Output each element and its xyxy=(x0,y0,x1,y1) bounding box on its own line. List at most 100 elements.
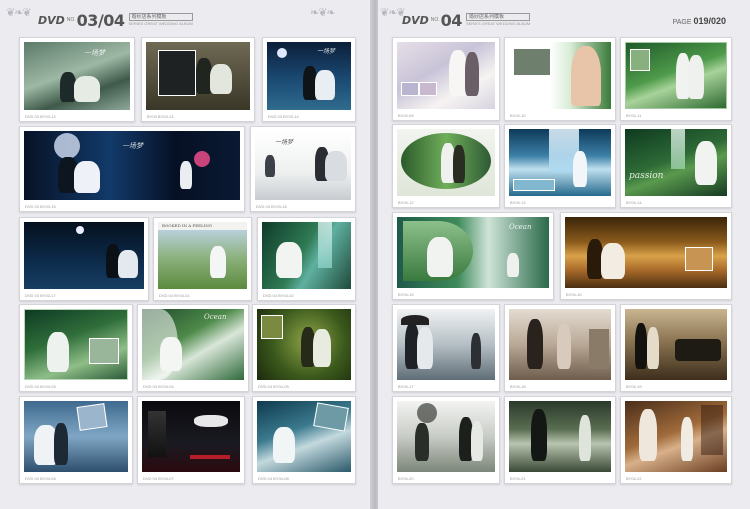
thumbnail-card[interactable]: BY03 BY03-13 xyxy=(141,37,255,122)
thumbnail-card[interactable]: BY04-13 xyxy=(504,124,616,208)
template-code: DVD 04 BY04-04 xyxy=(143,384,174,389)
wedding-photo xyxy=(257,309,351,380)
series-title: 婚纱店系列模板 xyxy=(128,13,193,21)
thumbnail-card[interactable]: BY04-18 xyxy=(504,304,616,392)
template-code: BY04-17 xyxy=(398,384,414,389)
right-header: DVD NO. 04 婚纱店系列模板 SERIES GREAT WEDDING … xyxy=(402,10,531,30)
template-code: DVD 04 BY04-05 xyxy=(258,384,289,389)
thumbnail-card[interactable]: BY04-17 xyxy=(392,304,500,392)
thumbnail-card[interactable]: DVD 04 BY04-06 xyxy=(19,396,133,484)
number-prefix: NO. xyxy=(66,17,76,23)
wedding-photo xyxy=(625,401,727,472)
thumbnail-card[interactable]: BY04-21 xyxy=(504,396,616,484)
template-code: BY04-12 xyxy=(398,200,414,205)
wedding-photo xyxy=(509,401,611,472)
wedding-photo xyxy=(262,222,351,289)
ornament-icon: ❧❦❧ xyxy=(310,6,336,19)
wedding-photo: passion xyxy=(625,129,727,196)
thumbnail-card[interactable]: BY04-19 xyxy=(620,304,732,392)
thumbnail-card[interactable]: DVD 04 BY04-05 xyxy=(252,304,356,392)
template-code: BY04-21 xyxy=(510,476,526,481)
template-code: BY04-16 xyxy=(566,292,582,297)
series-block: 婚纱店系列模板 SERIES GREAT WEDDING ALBUM xyxy=(128,13,193,27)
wedding-photo xyxy=(142,401,240,472)
template-code: DVD 04 BY04-08 xyxy=(258,476,289,481)
template-code: DVD 04 BY04-03 xyxy=(25,384,56,389)
wedding-photo xyxy=(397,129,495,196)
thumbnail-card[interactable]: Ocean DVD 04 BY04-04 xyxy=(137,304,249,392)
series-subtitle: SERIES GREAT WEDDING ALBUM xyxy=(465,21,531,26)
thumbnail-card[interactable]: DVD 04 BY04-08 xyxy=(252,396,356,484)
wedding-photo: BOOKED IN A FEELING xyxy=(158,222,247,289)
template-code: BY04-14 xyxy=(626,200,642,205)
wedding-photo xyxy=(24,401,128,472)
template-code: DVD 03 BY03-16 xyxy=(256,204,287,209)
thumbnail-card[interactable]: DVD 03 BY03-17 xyxy=(19,217,149,301)
thumbnail-card[interactable]: DVD 04 BY04-07 xyxy=(137,396,245,484)
wedding-photo: 一场梦 xyxy=(24,42,130,110)
thumbnail-card[interactable]: BY04-09 xyxy=(392,37,500,121)
wedding-photo: 一场梦 xyxy=(255,131,351,200)
album-spread: ❦❧❦ DVD NO. 03/04 婚纱店系列模板 SERIES GREAT W… xyxy=(0,0,750,509)
template-code: BY03 BY03-13 xyxy=(147,114,174,119)
page-range-label: PAGE 019/020 xyxy=(672,16,726,26)
template-code: BY04-15 xyxy=(398,292,414,297)
thumbnail-card[interactable]: DVD 04 BY04-02 xyxy=(257,217,356,301)
thumbnail-card[interactable]: 一场梦 DVD 03 BY03-15 xyxy=(19,126,245,212)
series-subtitle: SERIES GREAT WEDDING ALBUM xyxy=(128,21,193,26)
thumbnail-card[interactable]: 一场梦 DVD 03 BY03-14 xyxy=(262,37,356,122)
template-code: BY04-19 xyxy=(626,384,642,389)
thumbnail-card[interactable]: BY04-22 xyxy=(620,396,732,484)
thumbnail-card[interactable]: Ocean BY04-15 xyxy=(392,212,554,300)
template-code: BY04-11 xyxy=(626,113,642,118)
thumbnail-card[interactable]: BY04-20 xyxy=(392,396,500,484)
thumbnail-card[interactable]: BOOKED IN A FEELING DVD 04 BY04-01 xyxy=(153,217,252,301)
thumbnail-card[interactable]: BY04-12 xyxy=(392,124,500,208)
page-number: 04 xyxy=(440,10,463,30)
template-code: DVD 04 BY04-06 xyxy=(25,476,56,481)
template-code: BY04-09 xyxy=(398,113,414,118)
wedding-photo xyxy=(565,217,727,288)
template-code: DVD 03 BY03-12 xyxy=(25,114,56,119)
template-code: DVD 04 BY04-02 xyxy=(263,293,294,298)
thumbnail-card[interactable]: BY04-11 xyxy=(620,37,732,121)
template-code: DVD 03 BY03-15 xyxy=(25,204,56,209)
wedding-photo: Ocean xyxy=(397,217,549,288)
wedding-photo xyxy=(509,42,611,109)
series-title: 婚纱店系列模板 xyxy=(465,13,531,21)
wedding-photo xyxy=(257,401,351,472)
wedding-photo xyxy=(509,129,611,196)
wedding-photo: 一场梦 xyxy=(24,131,240,200)
dvd-logo: DVD xyxy=(38,13,65,27)
thumbnail-card[interactable]: 一场梦 DVD 03 BY03-16 xyxy=(250,126,356,212)
dvd-logo: DVD xyxy=(402,13,429,27)
wedding-photo xyxy=(625,42,727,109)
template-code: DVD 04 BY04-01 xyxy=(159,293,190,298)
wedding-photo xyxy=(625,309,727,380)
thumbnail-card[interactable]: BY04-16 xyxy=(560,212,732,300)
thumbnail-card[interactable]: DVD 04 BY04-03 xyxy=(19,304,133,392)
template-code: BY04-22 xyxy=(626,476,642,481)
wedding-photo xyxy=(397,309,495,380)
left-header: DVD NO. 03/04 婚纱店系列模板 SERIES GREAT WEDDI… xyxy=(38,10,193,30)
thumbnail-card[interactable]: 一场梦 DVD 03 BY03-12 xyxy=(19,37,135,122)
thumbnail-card[interactable]: passion BY04-14 xyxy=(620,124,732,208)
wedding-photo: Ocean xyxy=(142,309,244,380)
page-number: 03/04 xyxy=(76,10,125,30)
template-code: BY04-13 xyxy=(510,200,526,205)
wedding-photo xyxy=(146,42,250,110)
wedding-photo: 一场梦 xyxy=(267,42,351,110)
wedding-photo xyxy=(397,401,495,472)
wedding-photo xyxy=(24,222,144,289)
left-page: ❦❧❦ DVD NO. 03/04 婚纱店系列模板 SERIES GREAT W… xyxy=(0,0,372,509)
wedding-photo xyxy=(24,309,128,380)
template-code: DVD 03 BY03-17 xyxy=(25,293,56,298)
template-code: BY04-20 xyxy=(398,476,414,481)
number-prefix: NO. xyxy=(430,17,440,23)
series-block: 婚纱店系列模板 SERIES GREAT WEDDING ALBUM xyxy=(465,13,531,27)
template-code: BY04-18 xyxy=(510,384,526,389)
template-code: DVD 04 BY04-07 xyxy=(143,476,174,481)
thumbnail-card[interactable]: BY04-10 xyxy=(504,37,616,121)
wedding-photo xyxy=(397,42,495,109)
right-page: ❦❧❦ DVD NO. 04 婚纱店系列模板 SERIES GREAT WEDD… xyxy=(378,0,750,509)
